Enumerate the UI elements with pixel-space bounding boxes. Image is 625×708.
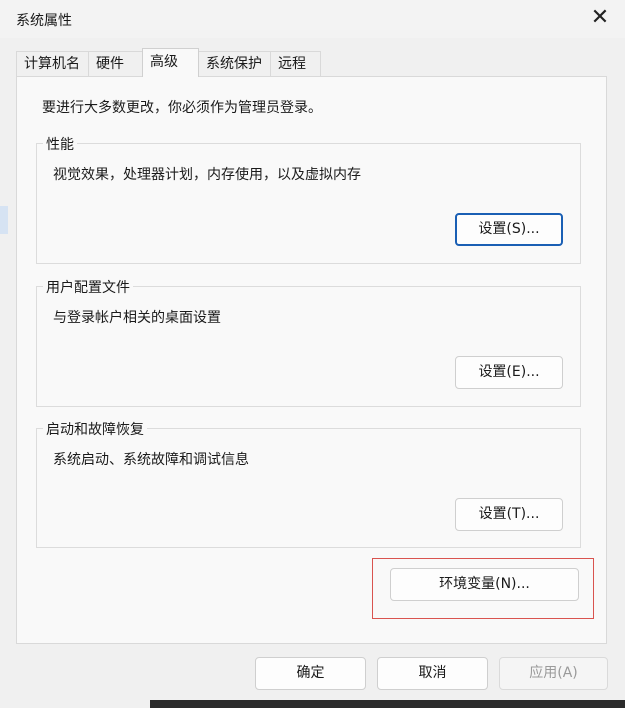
startup-recovery-title: 启动和故障恢复 bbox=[43, 419, 147, 439]
background-window-edge bbox=[0, 206, 8, 234]
startup-recovery-settings-button[interactable]: 设置(T)... bbox=[455, 498, 563, 531]
admin-notice: 要进行大多数更改，你必须作为管理员登录。 bbox=[42, 100, 322, 116]
startup-recovery-desc: 系统启动、系统故障和调试信息 bbox=[53, 452, 249, 468]
title-bar: 系统属性 ✕ bbox=[0, 0, 625, 38]
cancel-button[interactable]: 取消 bbox=[377, 657, 488, 690]
user-profile-title: 用户配置文件 bbox=[43, 277, 133, 297]
close-icon[interactable]: ✕ bbox=[589, 6, 611, 30]
window-title: 系统属性 bbox=[16, 13, 72, 29]
tab-hardware[interactable]: 硬件 bbox=[88, 51, 143, 76]
performance-settings-button[interactable]: 设置(S)... bbox=[455, 213, 563, 246]
apply-button[interactable]: 应用(A) bbox=[499, 657, 608, 690]
environment-variables-button[interactable]: 环境变量(N)... bbox=[390, 568, 579, 601]
taskbar-edge bbox=[150, 700, 625, 708]
user-profile-settings-button[interactable]: 设置(E)... bbox=[455, 356, 563, 389]
performance-desc: 视觉效果，处理器计划，内存使用，以及虚拟内存 bbox=[53, 167, 361, 183]
tab-remote[interactable]: 远程 bbox=[270, 51, 321, 76]
tab-computer-name[interactable]: 计算机名 bbox=[16, 51, 89, 76]
performance-title: 性能 bbox=[43, 134, 77, 154]
tab-advanced[interactable]: 高级 bbox=[142, 48, 199, 77]
user-profile-desc: 与登录帐户相关的桌面设置 bbox=[53, 310, 221, 326]
ok-button[interactable]: 确定 bbox=[255, 657, 366, 690]
tab-system-protection[interactable]: 系统保护 bbox=[198, 51, 271, 76]
